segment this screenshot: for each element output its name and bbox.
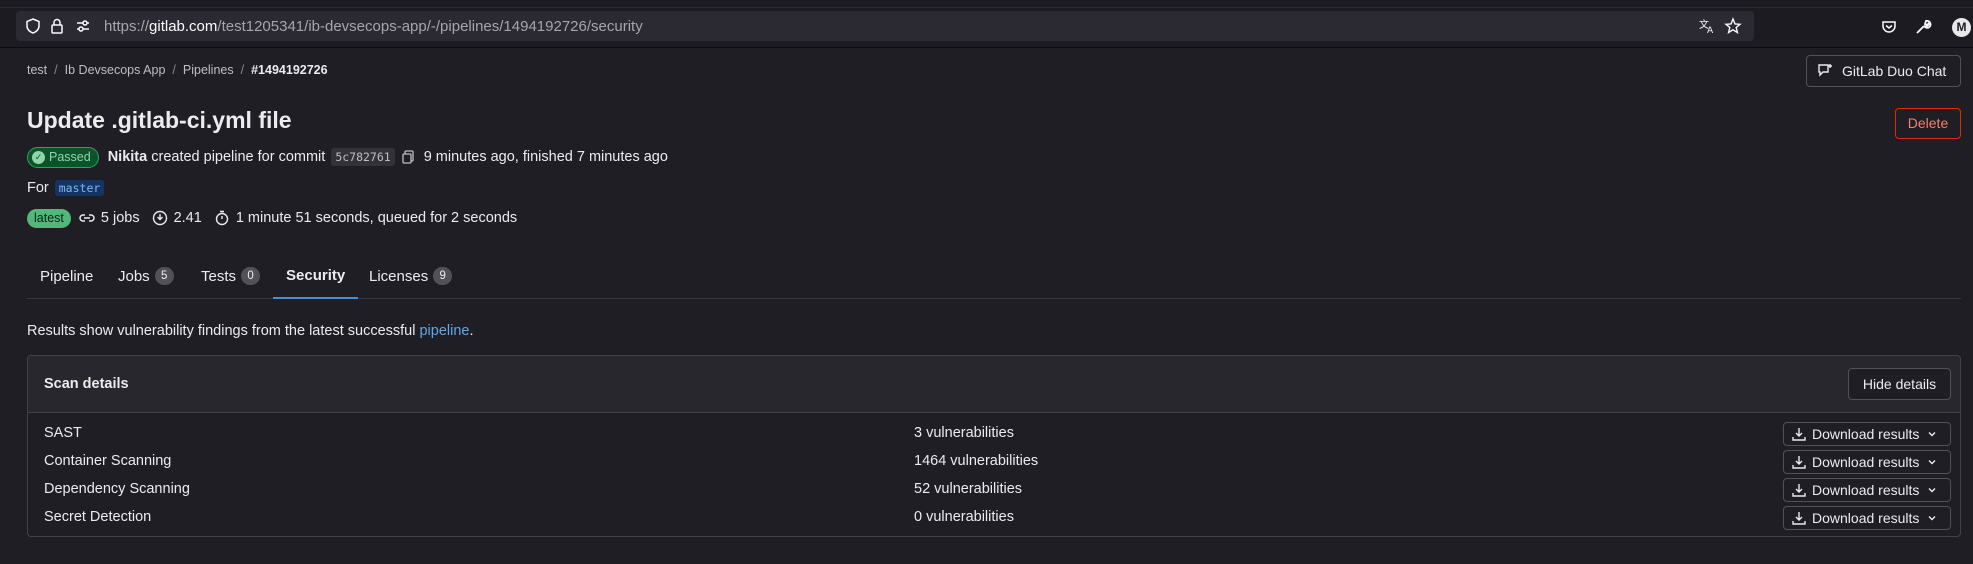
permissions-icon[interactable]: [74, 17, 92, 35]
bookmark-star-icon[interactable]: [1724, 17, 1742, 35]
download-results-button[interactable]: Download results: [1783, 450, 1951, 474]
delete-button[interactable]: Delete: [1895, 108, 1961, 139]
coverage-icon: [152, 210, 167, 226]
shield-icon[interactable]: [24, 17, 42, 35]
licenses-tab-count: 9: [433, 267, 453, 285]
tab-tests[interactable]: Tests 0: [188, 253, 273, 299]
pipeline-time: 9 minutes ago, finished 7 minutes ago: [423, 149, 668, 165]
breadcrumb-item-project[interactable]: Ib Devsecops App: [65, 63, 166, 77]
tests-tab-count: 0: [241, 267, 261, 285]
browser-toolbar: https://gitlab.com/test1205341/ib-devsec…: [0, 8, 1973, 48]
chevron-down-icon: [1928, 516, 1936, 521]
breadcrumb-item-current[interactable]: #1494192726: [251, 63, 327, 77]
security-info-text: Results show vulnerability findings from…: [27, 323, 474, 339]
jobs-icon: [79, 214, 95, 222]
account-avatar[interactable]: M: [1952, 18, 1971, 37]
scan-vulnerability-count: 52 vulnerabilities: [914, 481, 1023, 497]
scan-row-container-scanning: Container Scanning 1464 vulnerabilities …: [28, 449, 1960, 475]
breadcrumb-item-pipelines[interactable]: Pipelines: [183, 63, 234, 77]
chevron-down-icon: [1928, 432, 1936, 437]
tab-licenses[interactable]: Licenses 9: [356, 253, 465, 299]
scan-name: Container Scanning: [44, 453, 172, 469]
duration-text: 1 minute 51 seconds, queued for 2 second…: [235, 210, 518, 226]
download-icon: [1792, 484, 1806, 497]
pipeline-meta: latest 5 jobs 2.41 1 minute 51 seconds, …: [27, 208, 517, 228]
pipeline-user[interactable]: Nikita: [108, 149, 148, 165]
hide-details-button[interactable]: Hide details: [1848, 368, 1951, 400]
url-text[interactable]: https://gitlab.com/test1205341/ib-devsec…: [104, 18, 643, 35]
scan-row-dependency-scanning: Dependency Scanning 52 vulnerabilities D…: [28, 477, 1960, 503]
for-label: For: [27, 180, 49, 196]
created-text: created pipeline for commit: [151, 149, 326, 165]
jobs-tab-count: 5: [154, 267, 174, 285]
duo-chat-label: GitLab Duo Chat: [1842, 63, 1947, 79]
tab-jobs[interactable]: Jobs 5: [105, 253, 187, 299]
branch-row: For master: [27, 180, 105, 196]
duo-chat-button[interactable]: GitLab Duo Chat: [1806, 55, 1961, 87]
download-icon: [1792, 428, 1806, 441]
duo-chat-icon: [1818, 64, 1832, 77]
download-results-button[interactable]: Download results: [1783, 506, 1951, 530]
download-results-button[interactable]: Download results: [1783, 422, 1951, 446]
status-badge[interactable]: ✓ Passed: [27, 146, 99, 168]
chevron-down-icon: [1928, 460, 1936, 465]
scan-details-card: Scan details Hide details SAST 3 vulnera…: [27, 355, 1961, 537]
download-icon: [1792, 456, 1806, 469]
branch-badge[interactable]: master: [54, 180, 105, 196]
scan-vulnerability-count: 3 vulnerabilities: [914, 425, 1014, 441]
tab-security[interactable]: Security: [273, 253, 359, 299]
download-icon: [1792, 512, 1806, 525]
wrench-icon[interactable]: [1914, 18, 1932, 36]
translate-icon[interactable]: 文A: [1698, 17, 1716, 35]
scan-name: Secret Detection: [44, 509, 152, 525]
page-title: Update .gitlab-ci.yml file: [27, 107, 292, 133]
scan-details-header: Scan details Hide details: [28, 356, 1960, 413]
url-bar[interactable]: https://gitlab.com/test1205341/ib-devsec…: [16, 11, 1754, 41]
commit-sha[interactable]: 5c782761: [331, 148, 395, 166]
breadcrumb-item-test[interactable]: test: [27, 63, 47, 77]
pipeline-link[interactable]: pipeline: [419, 323, 469, 339]
tab-pipeline[interactable]: Pipeline: [27, 253, 106, 299]
check-circle-icon: ✓: [32, 150, 45, 164]
jobs-count: 5 jobs: [100, 210, 140, 226]
coverage-value: 2.41: [173, 210, 202, 226]
pipeline-summary: ✓ Passed Nikita created pipeline for com…: [27, 146, 668, 168]
scan-vulnerability-count: 0 vulnerabilities: [914, 509, 1014, 525]
timer-icon: [215, 210, 229, 226]
browser-tabstrip: [0, 0, 1973, 8]
scan-row-secret-detection: Secret Detection 0 vulnerabilities Downl…: [28, 505, 1960, 531]
scan-vulnerability-count: 1464 vulnerabilities: [914, 453, 1039, 469]
scan-row-sast: SAST 3 vulnerabilities Download results: [28, 421, 1960, 447]
latest-badge: latest: [27, 208, 71, 228]
scan-name: Dependency Scanning: [44, 481, 190, 497]
scan-details-title: Scan details: [44, 376, 129, 392]
download-results-button[interactable]: Download results: [1783, 478, 1951, 502]
pipeline-tabs: Pipeline Jobs 5 Tests 0 Security Licenses 9: [27, 253, 1961, 299]
svg-text:A: A: [1707, 26, 1714, 35]
scan-name: SAST: [44, 425, 82, 441]
breadcrumb: test / Ib Devsecops App / Pipelines / #1494192…: [27, 63, 328, 77]
pocket-icon[interactable]: [1880, 18, 1898, 36]
copy-icon[interactable]: [402, 150, 416, 164]
chevron-down-icon: [1928, 488, 1936, 493]
lock-icon[interactable]: [48, 17, 66, 35]
